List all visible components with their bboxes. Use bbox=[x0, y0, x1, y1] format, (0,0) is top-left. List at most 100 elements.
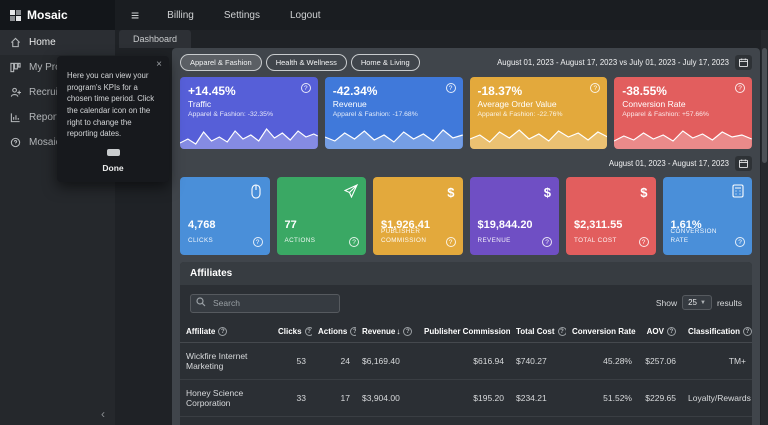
column-header-affiliate[interactable]: Affiliate? bbox=[180, 321, 272, 343]
calendar-icon bbox=[107, 149, 120, 156]
chip-home-living[interactable]: Home & Living bbox=[351, 54, 420, 71]
dashboard-panel: Apparel & Fashion Health & Wellness Home… bbox=[172, 48, 760, 425]
metric-card-total-cost: $ $2,311.55 TOTAL COST ? bbox=[566, 177, 656, 255]
compare-date-range-text: August 01, 2023 - August 17, 2023 vs Jul… bbox=[497, 58, 729, 67]
metric-value: 77 bbox=[285, 219, 297, 231]
help-icon[interactable]: ? bbox=[350, 327, 356, 336]
cell-revenue: $2,743.80 bbox=[356, 417, 418, 425]
scrollbar-track[interactable] bbox=[761, 30, 768, 425]
sidebar-item-label: Home bbox=[29, 37, 56, 48]
nav-logout[interactable]: Logout bbox=[290, 10, 321, 21]
help-icon[interactable]: ? bbox=[403, 327, 412, 336]
close-icon[interactable]: × bbox=[156, 59, 162, 70]
search-icon bbox=[196, 297, 206, 307]
affiliates-section: Affiliates Show 25 ▼ results Affiliate? … bbox=[180, 262, 752, 425]
cell-aov: $229.65 bbox=[638, 380, 682, 417]
programs-icon bbox=[10, 62, 21, 73]
brand-logo[interactable]: Mosaic bbox=[0, 0, 115, 30]
search-box bbox=[190, 293, 340, 313]
table-header-row: Affiliate? Clicks? Actions? Revenue↓? Pu… bbox=[180, 321, 752, 343]
column-header-aov[interactable]: AOV? bbox=[638, 321, 682, 343]
metric-label: CONVERSION RATE bbox=[671, 228, 731, 246]
column-header-total-cost[interactable]: Total Cost? bbox=[510, 321, 566, 343]
tab-dashboard[interactable]: Dashboard bbox=[119, 30, 191, 48]
sparkline-chart bbox=[614, 123, 752, 149]
nav-settings[interactable]: Settings bbox=[224, 10, 260, 21]
home-icon bbox=[10, 37, 21, 48]
search-input[interactable] bbox=[190, 294, 340, 313]
kpi-label: Traffic bbox=[188, 99, 310, 109]
cell-publisher-commission: $195.20 bbox=[418, 380, 510, 417]
cell-aov: $257.06 bbox=[638, 343, 682, 380]
help-icon[interactable]: ? bbox=[446, 237, 456, 247]
help-icon[interactable]: ? bbox=[743, 327, 752, 336]
nav-billing[interactable]: Billing bbox=[167, 10, 194, 21]
cell-classification: Loyalty/Rewards bbox=[682, 380, 752, 417]
column-header-actions[interactable]: Actions? bbox=[312, 321, 356, 343]
calendar-button[interactable] bbox=[735, 55, 752, 70]
calendar-button[interactable] bbox=[735, 156, 752, 171]
help-icon[interactable]: ? bbox=[542, 237, 552, 247]
metric-value: $2,311.55 bbox=[574, 219, 622, 231]
page-size-dropdown[interactable]: 25 ▼ bbox=[682, 295, 712, 310]
dollar-icon: $ bbox=[447, 184, 454, 202]
cell-conversion-rate: 0.27% bbox=[566, 417, 638, 425]
column-header-classification[interactable]: Classification? bbox=[682, 321, 752, 343]
column-header-clicks[interactable]: Clicks? bbox=[272, 321, 312, 343]
column-header-publisher-commission[interactable]: Publisher Commission? bbox=[418, 321, 510, 343]
cell-clicks: 53 bbox=[272, 343, 312, 380]
table-row: Wickfire Internet Marketing 53 24 $6,169… bbox=[180, 343, 752, 380]
help-icon[interactable]: ? bbox=[446, 83, 456, 93]
metric-card-publisher-commission: $ $1,926.41 PUBLISHER COMMISSION ? bbox=[373, 177, 463, 255]
cell-actions: 11 bbox=[312, 417, 356, 425]
results-label: results bbox=[717, 298, 742, 308]
metric-card-conversion-rate: 1.61% CONVERSION RATE ? bbox=[663, 177, 753, 255]
brand-name: Mosaic bbox=[27, 8, 68, 22]
sidebar-collapse-chevron[interactable]: ‹ bbox=[101, 407, 105, 421]
help-circle-icon bbox=[10, 137, 21, 148]
cell-affiliate: rewardStyle bbox=[180, 417, 272, 425]
metric-label: PUBLISHER COMMISSION bbox=[381, 228, 441, 246]
cell-revenue: $3,904.00 bbox=[356, 380, 418, 417]
column-header-revenue[interactable]: Revenue↓? bbox=[356, 321, 418, 343]
recruitment-icon bbox=[10, 87, 21, 98]
kpi-delta: -42.34% bbox=[333, 84, 455, 98]
help-icon[interactable]: ? bbox=[218, 327, 227, 336]
help-icon[interactable]: ? bbox=[735, 237, 745, 247]
kpi-delta: +14.45% bbox=[188, 84, 310, 98]
help-icon[interactable]: ? bbox=[301, 83, 311, 93]
cell-actions: 17 bbox=[312, 380, 356, 417]
chip-health-wellness[interactable]: Health & Wellness bbox=[266, 54, 347, 71]
help-icon[interactable]: ? bbox=[558, 327, 566, 336]
metric-card-clicks: 4,768 CLICKS ? bbox=[180, 177, 270, 255]
cell-clicks: 4,114 bbox=[272, 417, 312, 425]
cell-classification: TM+ bbox=[682, 343, 752, 380]
done-button[interactable]: Done bbox=[67, 163, 159, 173]
table-row: rewardStyle 4,114 11 $2,743.80 $411.57 $… bbox=[180, 417, 752, 425]
cell-total-cost: $234.21 bbox=[510, 380, 566, 417]
cell-clicks: 33 bbox=[272, 380, 312, 417]
column-header-conversion-rate[interactable]: Conversion Rate? bbox=[566, 321, 638, 343]
cell-total-cost: $493.89 bbox=[510, 417, 566, 425]
help-icon[interactable]: ? bbox=[735, 83, 745, 93]
cell-affiliate: Honey Science Corporation bbox=[180, 380, 272, 417]
sparkline-chart bbox=[180, 123, 318, 149]
affiliates-controls: Show 25 ▼ results bbox=[180, 285, 752, 321]
compare-date-range: August 01, 2023 - August 17, 2023 vs Jul… bbox=[497, 55, 752, 70]
category-chips: Apparel & Fashion Health & Wellness Home… bbox=[180, 54, 420, 71]
cell-classification: Influencer bbox=[682, 417, 752, 425]
help-icon[interactable]: ? bbox=[667, 327, 676, 336]
help-icon[interactable]: ? bbox=[639, 237, 649, 247]
chip-apparel-fashion[interactable]: Apparel & Fashion bbox=[180, 54, 262, 71]
hamburger-menu-icon[interactable]: ≡ bbox=[131, 7, 139, 23]
scrollbar-thumb[interactable] bbox=[762, 48, 767, 163]
metrics-date-range-text: August 01, 2023 - August 17, 2023 bbox=[609, 159, 729, 168]
topbar: Mosaic ≡ Billing Settings Logout bbox=[0, 0, 768, 30]
help-icon[interactable]: ? bbox=[349, 237, 359, 247]
help-icon[interactable]: ? bbox=[305, 327, 312, 336]
metric-value: $19,844.20 bbox=[478, 219, 533, 231]
chevron-down-icon: ▼ bbox=[700, 300, 706, 306]
sidebar-item-home[interactable]: Home bbox=[0, 30, 115, 55]
cell-conversion-rate: 45.28% bbox=[566, 343, 638, 380]
help-icon[interactable]: ? bbox=[253, 237, 263, 247]
